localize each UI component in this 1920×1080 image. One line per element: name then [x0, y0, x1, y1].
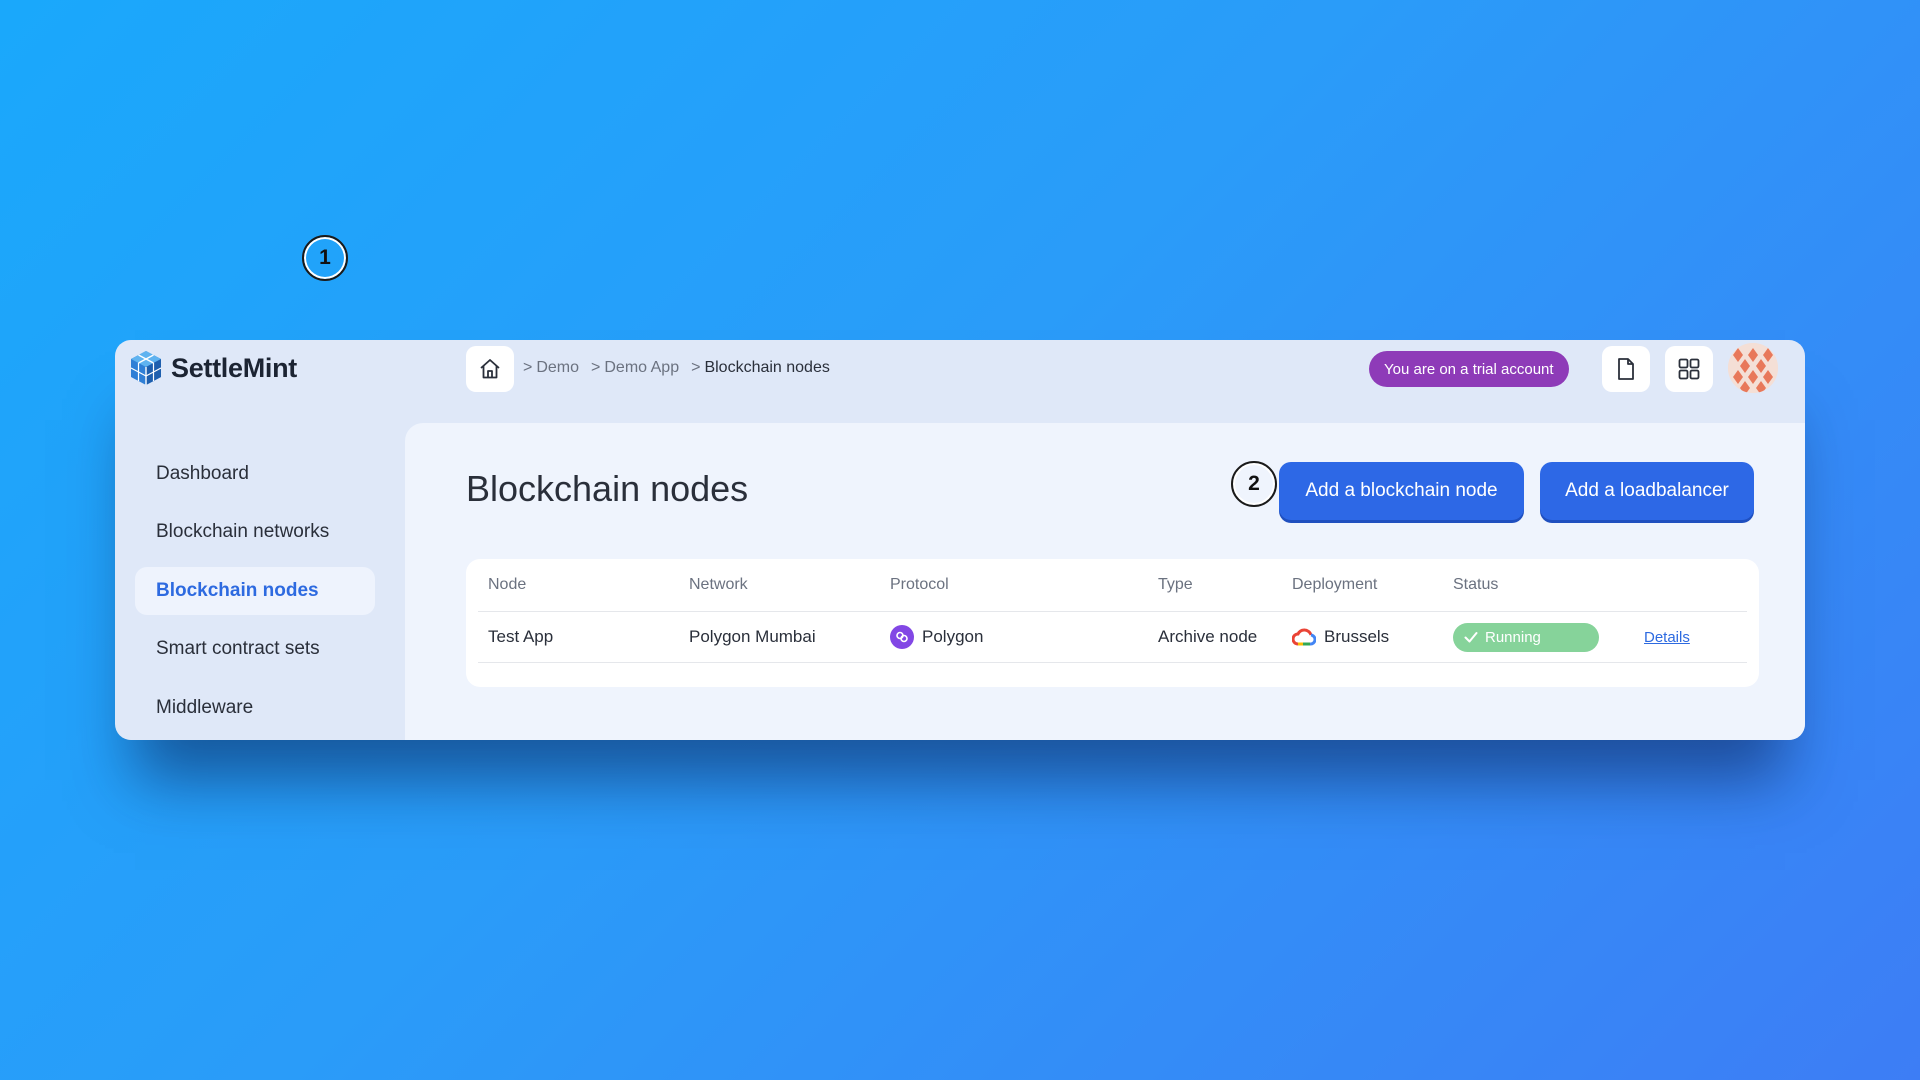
sidebar-item-blockchain-nodes[interactable]: Blockchain nodes [135, 567, 375, 615]
breadcrumb-label: Demo App [604, 359, 680, 376]
cell-details: Details [1644, 612, 1690, 662]
breadcrumb-label: Blockchain nodes [704, 359, 830, 376]
check-icon [1464, 632, 1478, 643]
breadcrumb-item-current: > Blockchain nodes [691, 359, 830, 377]
cell-deployment: Brussels [1292, 612, 1389, 662]
home-button[interactable] [466, 346, 514, 392]
sidebar-item-blockchain-networks[interactable]: Blockchain networks [135, 508, 375, 556]
column-header-status: Status [1453, 576, 1499, 593]
cell-protocol: Polygon [890, 612, 983, 662]
main-panel: Blockchain nodes 2 Add a blockchain node… [405, 423, 1805, 740]
cell-network: Polygon Mumbai [689, 627, 816, 646]
breadcrumb: > Demo > Demo App > Blockchain nodes [523, 359, 830, 377]
column-header-type: Type [1158, 576, 1193, 593]
settlemint-logo-icon [130, 351, 162, 385]
google-cloud-icon [1292, 628, 1316, 646]
breadcrumb-label: Demo [536, 359, 580, 376]
add-loadbalancer-button[interactable]: Add a loadbalancer [1540, 462, 1754, 520]
sidebar-item-dashboard[interactable]: Dashboard [135, 450, 375, 498]
brand-name: SettleMint [171, 352, 298, 383]
breadcrumb-item-demo-app[interactable]: > Demo App [591, 359, 679, 377]
table-row[interactable]: Test App Polygon Mumbai Polygon Archive … [478, 612, 1747, 663]
page-title: Blockchain nodes [466, 468, 749, 509]
column-header-deployment: Deployment [1292, 576, 1378, 593]
breadcrumb-separator: > [523, 359, 533, 376]
home-icon [480, 359, 500, 379]
sidebar-item-label: Blockchain nodes [156, 580, 319, 601]
status-badge: Running [1453, 622, 1599, 652]
grid-icon [1678, 358, 1700, 380]
column-header-network: Network [689, 576, 748, 593]
sidebar-item-label: Dashboard [156, 463, 249, 484]
sidebar-item-label: Middleware [156, 697, 254, 718]
apps-grid-button[interactable] [1665, 346, 1713, 392]
polygon-icon [890, 625, 914, 649]
avatar[interactable] [1728, 343, 1778, 393]
app-window: SettleMint > Demo > Demo App > Blockchain n… [115, 235, 1805, 740]
sidebar-item-middleware[interactable]: Middleware [135, 684, 375, 732]
cell-status: Running [1453, 612, 1599, 662]
sidebar-item-label: Blockchain networks [156, 521, 330, 542]
document-icon [1618, 358, 1634, 380]
cell-type: Archive node [1158, 627, 1258, 646]
cell-node: Test App [488, 627, 554, 646]
user-avatar-pattern [1728, 343, 1778, 393]
sidebar-item-label: Smart contract sets [156, 638, 320, 659]
breadcrumb-separator: > [591, 359, 601, 376]
breadcrumb-item-demo[interactable]: > Demo [523, 359, 579, 377]
protocol-label: Polygon [922, 627, 984, 646]
nodes-table: Node Network Protocol Type Deployment St… [466, 559, 1759, 687]
add-blockchain-node-button[interactable]: Add a blockchain node [1279, 462, 1524, 520]
status-label: Running [1485, 628, 1541, 646]
deployment-label: Brussels [1324, 627, 1390, 646]
breadcrumb-separator: > [691, 359, 701, 376]
brand-logo[interactable]: SettleMint [129, 348, 297, 388]
step-marker-2: 2 [1231, 461, 1277, 507]
trial-account-badge[interactable]: You are on a trial account [1369, 351, 1569, 387]
column-header-node: Node [488, 576, 527, 593]
table-header: Node Network Protocol Type Deployment St… [478, 559, 1747, 612]
sidebar-item-smart-contract-sets[interactable]: Smart contract sets [135, 625, 375, 673]
documentation-button[interactable] [1602, 346, 1650, 392]
details-link[interactable]: Details [1644, 629, 1690, 646]
column-header-protocol: Protocol [890, 576, 949, 593]
